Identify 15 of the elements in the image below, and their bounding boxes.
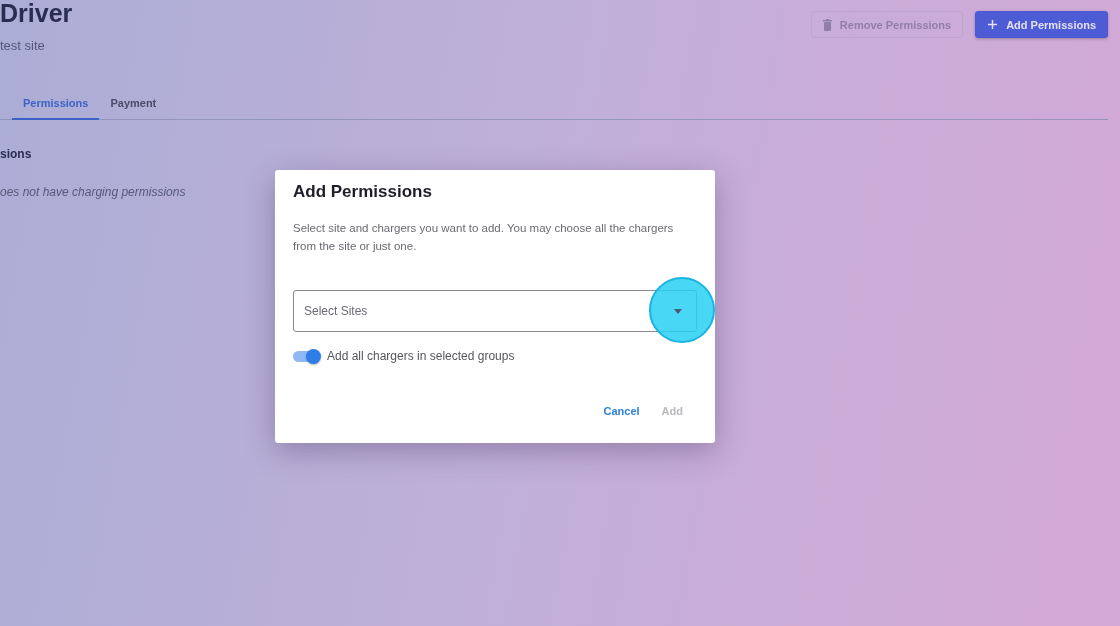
tab[interactable]: Permissions — [12, 89, 100, 120]
section-title: sions — [0, 147, 33, 161]
trash-icon — [822, 18, 832, 31]
page-title: Driver — [0, 0, 73, 26]
page-subtitle: test site — [0, 38, 46, 53]
cancel-button[interactable]: Cancel — [597, 401, 646, 421]
toggle-label: Add all chargers in selected groups — [327, 349, 515, 363]
dialog-description: Select site and chargers you want to add. You may choose all the chargers from the site or just one. — [293, 221, 675, 254]
empty-message: oes not have charging permissions — [0, 185, 186, 199]
add-permissions-button[interactable]: Add Permissions — [975, 11, 1108, 38]
tab[interactable]: Payment — [99, 89, 168, 120]
toggle-switch[interactable] — [293, 350, 319, 362]
caret-icon — [674, 308, 682, 314]
plus-icon — [987, 19, 999, 30]
dialog-title: Add Permissions — [293, 182, 433, 202]
